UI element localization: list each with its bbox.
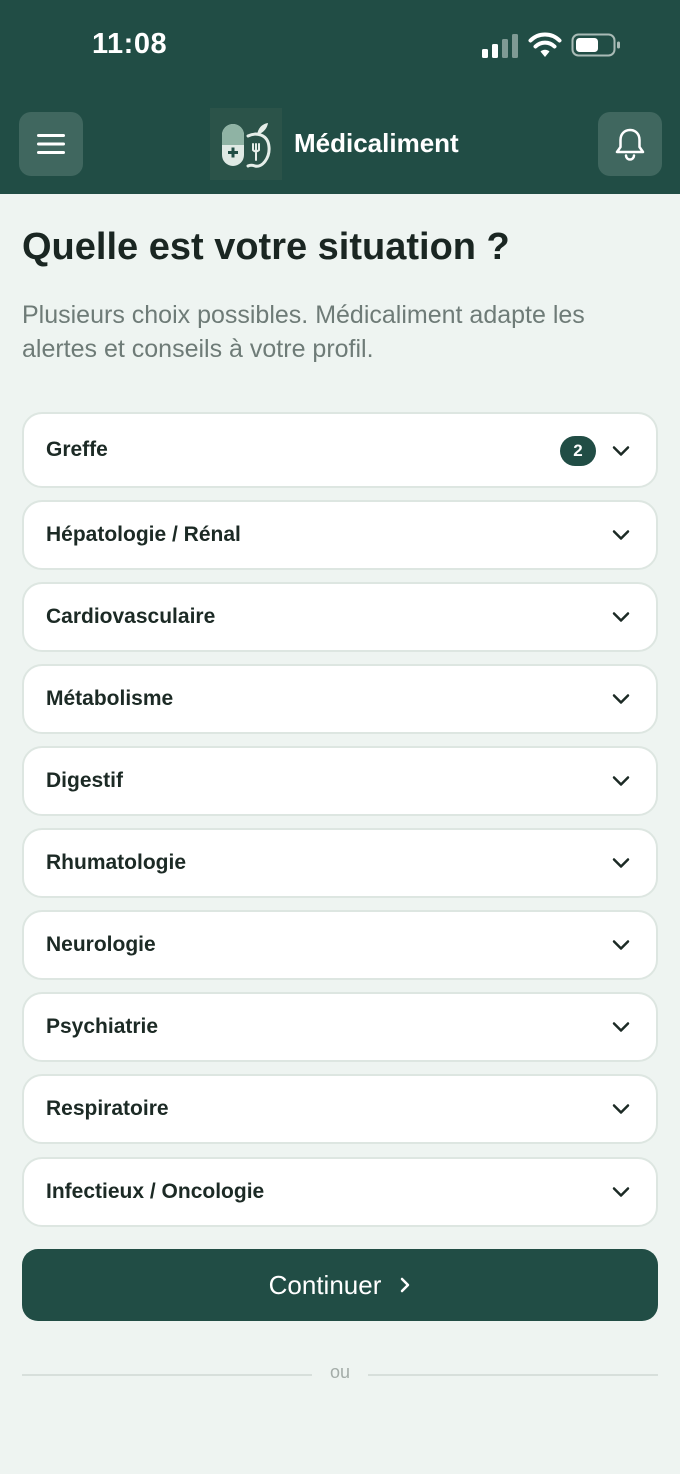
chevron-down-icon [612,776,630,786]
chevron-down-icon [612,1104,630,1114]
category-label: Psychiatrie [46,1015,159,1038]
app-title: Médicaliment [294,128,459,158]
category-label: Hépatologie / Rénal [46,523,241,546]
category-label: Infectieux / Oncologie [46,1180,265,1203]
category-rhumatologie[interactable]: Rhumatologie [22,828,658,898]
app-header: 11:08 Médicaliment [0,0,680,194]
wifi-icon [528,32,562,57]
category-hepatologie-renal[interactable]: Hépatologie / Rénal [22,500,658,570]
bell-icon [615,128,645,161]
chevron-right-icon [401,1277,410,1293]
category-respiratoire[interactable]: Respiratoire [22,1074,658,1144]
divider-line-left [22,1374,312,1376]
category-label: Greffe [46,438,108,461]
page-subtitle: Plusieurs choix possibles. Médicaliment … [22,301,585,363]
category-neurologie[interactable]: Neurologie [22,910,658,980]
pill-apple-logo-icon [222,123,271,168]
notifications-button[interactable] [598,112,662,176]
chevron-down-icon [612,940,630,950]
battery-icon [571,33,620,57]
hamburger-menu-icon [37,134,65,154]
chevron-down-icon [612,1022,630,1032]
continue-button-label: Continuer [268,1269,382,1300]
chevron-down-icon [612,694,630,704]
chevron-down-icon [612,530,630,540]
continue-button[interactable]: Continuer [22,1249,658,1321]
selection-count-badge: 2 [560,436,596,466]
page-title: Quelle est votre situation ? [22,226,510,268]
chevron-down-icon [612,612,630,622]
divider-or-text: ou [329,1362,351,1382]
category-label: Cardiovasculaire [46,605,216,628]
category-digestif[interactable]: Digestif [22,746,658,816]
menu-button[interactable] [19,112,83,176]
category-infectieux-oncologie[interactable]: Infectieux / Oncologie [22,1157,658,1227]
chevron-down-icon [612,1187,630,1197]
category-label: Rhumatologie [46,851,186,874]
category-label: Neurologie [46,933,156,956]
status-time: 11:08 [92,28,168,60]
category-metabolisme[interactable]: Métabolisme [22,664,658,734]
category-label: Respiratoire [46,1097,169,1120]
category-cardiovasculaire[interactable]: Cardiovasculaire [22,582,658,652]
chevron-down-icon [612,446,630,456]
cellular-signal-icon [482,34,518,58]
category-greffe[interactable]: Greffe 2 [22,412,658,488]
divider-line-right [368,1374,658,1376]
chevron-down-icon [612,858,630,868]
app-logo [210,108,282,180]
category-label: Digestif [46,769,124,792]
category-label: Métabolisme [46,687,174,710]
category-psychiatrie[interactable]: Psychiatrie [22,992,658,1062]
